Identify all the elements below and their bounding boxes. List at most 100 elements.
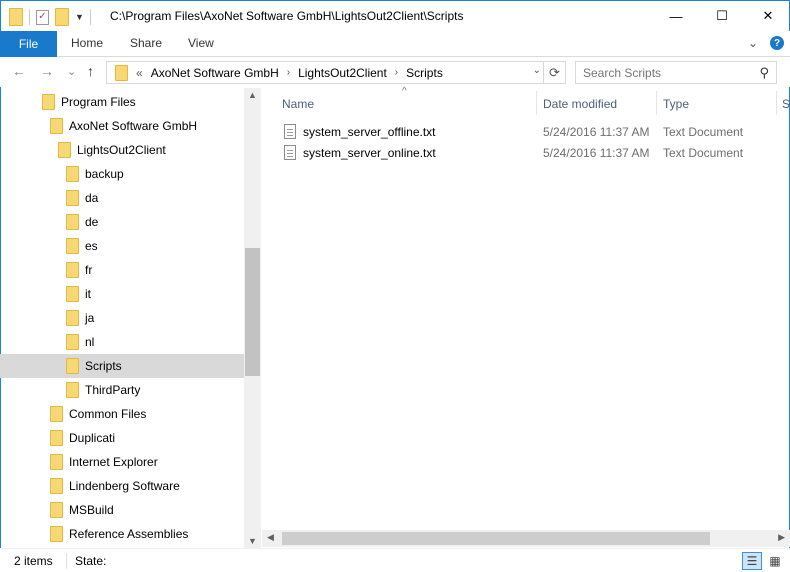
- refresh-icon[interactable]: ⟳: [543, 62, 565, 83]
- file-date-modified: 5/24/2016 11:37 AM: [543, 146, 650, 160]
- file-name: system_server_online.txt: [284, 142, 436, 163]
- tree-item[interactable]: Lindenberg Software: [0, 474, 244, 498]
- maximize-button[interactable]: ☐: [699, 1, 745, 31]
- up-arrow-icon[interactable]: ↑: [87, 63, 94, 79]
- breadcrumb-item[interactable]: Scripts: [406, 66, 443, 80]
- breadcrumb-item[interactable]: LightsOut2Client: [298, 66, 387, 80]
- column-header-name[interactable]: Name: [282, 94, 314, 114]
- tree-item[interactable]: nl: [0, 330, 244, 354]
- tab-share[interactable]: Share: [130, 36, 162, 50]
- status-state: State:: [75, 554, 107, 568]
- tree-item-label: Duplicati: [69, 431, 116, 445]
- item-count: 2 items: [14, 554, 53, 568]
- tree-item[interactable]: Internet Explorer: [0, 450, 244, 474]
- tree-item[interactable]: MSBuild: [0, 498, 244, 522]
- file-row[interactable]: system_server_offline.txt 5/24/2016 11:37…: [280, 121, 780, 142]
- tree-item-label: Reference Assemblies: [69, 527, 189, 541]
- chevron-right-icon[interactable]: ›: [395, 67, 398, 78]
- scroll-up-icon[interactable]: ▲: [248, 90, 257, 100]
- tree-item[interactable]: de: [0, 210, 244, 234]
- minimize-button[interactable]: —: [653, 1, 699, 31]
- tree-item[interactable]: Program Files: [0, 90, 244, 114]
- tree-item[interactable]: ThirdParty: [0, 378, 244, 402]
- search-input[interactable]: [576, 62, 746, 83]
- folder-icon: [50, 502, 63, 518]
- tree-item-label: Scripts: [85, 359, 122, 373]
- file-row[interactable]: system_server_online.txt 5/24/2016 11:37 …: [280, 142, 780, 163]
- tree-item[interactable]: it: [0, 282, 244, 306]
- address-bar[interactable]: « AxoNet Software GmbH › LightsOut2Clien…: [106, 61, 566, 84]
- column-divider[interactable]: [536, 91, 537, 115]
- folder-icon: [66, 358, 79, 374]
- scrollbar-thumb[interactable]: [282, 532, 710, 545]
- folder-icon: [66, 286, 79, 302]
- tree-item-label: Lindenberg Software: [69, 479, 180, 493]
- folder-icon: [50, 118, 63, 134]
- navigation-pane: Program Files AxoNet Software GmbH LightsO…: [0, 88, 262, 548]
- column-divider[interactable]: [656, 91, 657, 115]
- tree-item-label: MSBuild: [69, 503, 114, 517]
- breadcrumb-overflow[interactable]: «: [136, 66, 143, 80]
- tree-item[interactable]: Common Files: [0, 402, 244, 426]
- search-icon[interactable]: ⚲: [759, 65, 769, 81]
- customize-toolbar-icon[interactable]: ▼: [75, 12, 84, 22]
- file-type: Text Document: [663, 146, 744, 160]
- scroll-down-icon[interactable]: ▼: [248, 536, 257, 546]
- tree-item-label: it: [85, 287, 91, 301]
- scroll-left-icon[interactable]: ◀: [267, 532, 274, 543]
- folder-icon: [58, 142, 71, 158]
- tree-item[interactable]: LightsOut2Client: [0, 138, 244, 162]
- tree-item[interactable]: backup: [0, 162, 244, 186]
- tree-item-label: ja: [85, 311, 95, 325]
- text-document-icon: [284, 124, 296, 139]
- scrollbar-thumb[interactable]: [245, 248, 260, 376]
- scroll-right-icon[interactable]: ▶: [778, 532, 785, 543]
- text-document-icon: [284, 145, 296, 160]
- tree-item[interactable]: fr: [0, 258, 244, 282]
- large-icons-view-button[interactable]: ▦: [765, 552, 785, 570]
- tab-view[interactable]: View: [188, 36, 214, 50]
- file-list-scrollbar[interactable]: ◀ ▶: [262, 530, 790, 547]
- tree-item[interactable]: Scripts: [0, 354, 244, 378]
- tree-item-label: da: [85, 191, 99, 205]
- column-header-size[interactable]: S: [782, 94, 790, 114]
- tree-item[interactable]: Duplicati: [0, 426, 244, 450]
- tree-item[interactable]: AxoNet Software GmbH: [0, 114, 244, 138]
- folder-icon: [66, 214, 79, 230]
- breadcrumb-item[interactable]: AxoNet Software GmbH: [151, 66, 279, 80]
- file-name-label: system_server_online.txt: [303, 145, 436, 160]
- forward-arrow-icon[interactable]: →: [40, 63, 54, 79]
- folder-icon: [42, 94, 55, 110]
- column-divider[interactable]: [776, 91, 777, 115]
- properties-icon[interactable]: ✓: [36, 9, 49, 25]
- close-button[interactable]: ✕: [745, 1, 790, 31]
- details-view-button[interactable]: ☰: [742, 552, 762, 570]
- tree-item-label: Program Files: [61, 95, 136, 109]
- folder-icon: [66, 262, 79, 278]
- status-bar: 2 items State: ☰ ▦: [0, 548, 790, 572]
- folder-icon: [50, 430, 63, 446]
- file-list: ^ Name Date modified Type S system_serve…: [262, 86, 790, 548]
- tree-item[interactable]: es: [0, 234, 244, 258]
- recent-locations-icon[interactable]: ⌄: [67, 65, 76, 78]
- breadcrumb: « AxoNet Software GmbH › LightsOut2Clien…: [115, 64, 443, 81]
- navigation-pane-scrollbar[interactable]: ▲ ▼: [244, 88, 261, 548]
- tree-item[interactable]: Reference Assemblies: [0, 522, 244, 546]
- tab-home[interactable]: Home: [71, 36, 103, 50]
- folder-icon: [9, 8, 23, 26]
- tree-item[interactable]: ja: [0, 306, 244, 330]
- toolbar-separator: [29, 9, 30, 25]
- back-arrow-icon[interactable]: ←: [12, 63, 26, 79]
- new-folder-icon[interactable]: [55, 8, 69, 26]
- column-header-date-modified[interactable]: Date modified: [543, 94, 617, 114]
- address-dropdown-icon[interactable]: ⌄: [533, 65, 541, 76]
- folder-icon: [50, 406, 63, 422]
- column-header-type[interactable]: Type: [663, 94, 689, 114]
- tree-item-label: nl: [85, 335, 95, 349]
- expand-ribbon-icon[interactable]: ⌄: [748, 36, 758, 50]
- tree-item[interactable]: da: [0, 186, 244, 210]
- tab-file[interactable]: File: [0, 31, 57, 57]
- help-icon[interactable]: ?: [770, 36, 784, 50]
- tree-item-label: LightsOut2Client: [77, 143, 166, 157]
- chevron-right-icon[interactable]: ›: [287, 67, 290, 78]
